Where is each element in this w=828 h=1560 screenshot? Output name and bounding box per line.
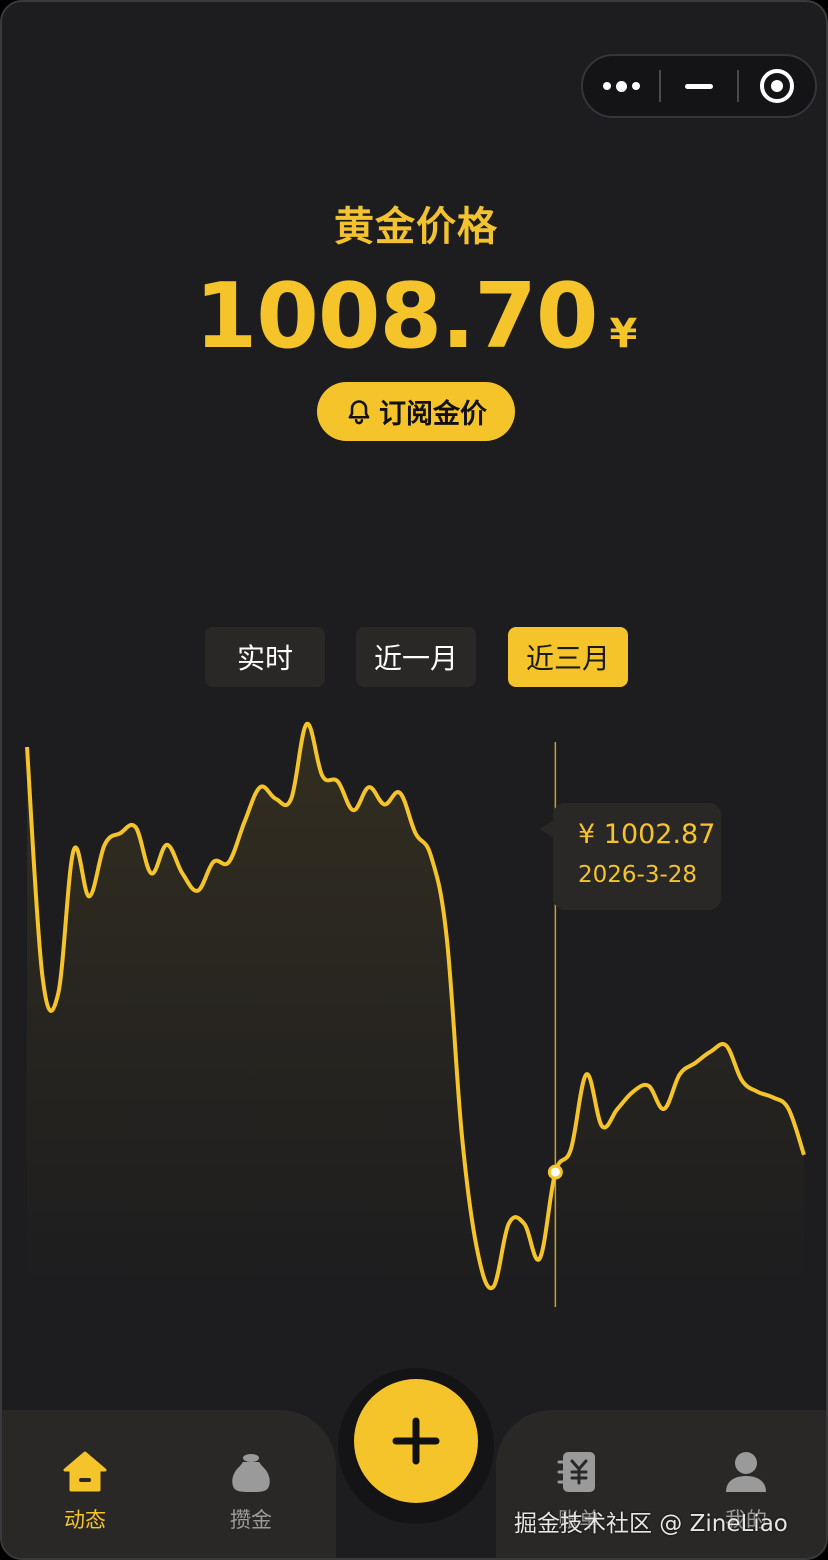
tooltip-price: ¥ 1002.87 xyxy=(578,819,716,850)
plus-icon xyxy=(392,1417,440,1465)
tab-item-save-gold[interactable]: 攒金 xyxy=(196,1448,306,1534)
close-target-icon xyxy=(760,69,794,103)
tab-label: 近三月 xyxy=(525,642,610,675)
tab-label: 近一月 xyxy=(373,642,458,675)
tab-item-label: 攒金 xyxy=(230,1508,272,1532)
currency-symbol: ¥ xyxy=(609,311,638,357)
subscribe-label: 订阅金价 xyxy=(379,399,487,430)
tooltip-date: 2026-3-28 xyxy=(578,862,698,888)
tab-realtime[interactable]: 实时 xyxy=(205,627,325,687)
chart-highlight-point[interactable] xyxy=(547,1164,563,1180)
tab-item-dynamic[interactable]: 动态 xyxy=(30,1448,140,1534)
home-icon xyxy=(63,1451,107,1492)
more-dots-icon xyxy=(602,80,640,92)
chart-tooltip: ¥ 1002.87 2026-3-28 xyxy=(539,803,721,910)
minimize-icon xyxy=(685,83,713,89)
mini-program-capsule xyxy=(581,54,817,118)
price-line-chart[interactable] xyxy=(2,702,828,1362)
add-button[interactable] xyxy=(354,1379,478,1503)
price-display: 1008.70 ¥ xyxy=(2,264,826,369)
tab-three-months[interactable]: 近三月 xyxy=(508,627,628,687)
bill-icon xyxy=(557,1452,595,1492)
tab-item-label: 动态 xyxy=(64,1508,106,1532)
tab-label: 实时 xyxy=(236,642,293,675)
close-button[interactable] xyxy=(739,56,815,116)
tab-one-month[interactable]: 近一月 xyxy=(356,627,476,687)
range-tabs: 实时 近一月 近三月 xyxy=(2,627,826,687)
app-screen: 黄金价格 1008.70 ¥ 订阅金价 实时 近一月 近三月 ¥ 1002.87… xyxy=(0,0,828,1560)
money-bag-icon xyxy=(232,1454,270,1492)
page-title: 黄金价格 xyxy=(334,204,498,250)
minimize-button[interactable] xyxy=(661,56,737,116)
more-button[interactable] xyxy=(583,56,659,116)
gold-price-value: 1008.70 xyxy=(194,264,599,369)
user-icon xyxy=(726,1452,766,1492)
subscribe-price-button[interactable]: 订阅金价 xyxy=(317,382,515,441)
bell-icon xyxy=(348,399,370,424)
watermark-text: 掘金技术社区 @ ZineLiao xyxy=(514,1511,788,1537)
